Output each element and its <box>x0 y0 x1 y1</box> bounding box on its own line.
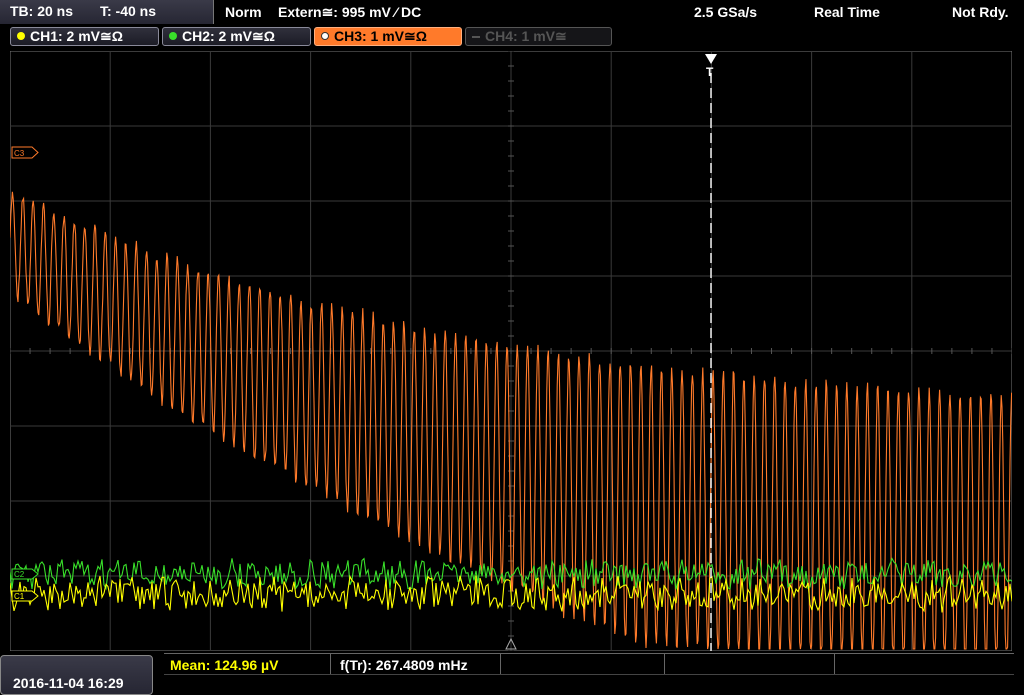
tab-ch3[interactable]: CH3: 1 mV≅Ω <box>314 27 462 46</box>
ch3-ref-label: C3 <box>14 149 25 158</box>
ch4-label: CH4: 1 mV≅ <box>485 28 567 44</box>
meas-divider <box>834 654 835 674</box>
ch3-label: CH3: 1 mV≅Ω <box>334 28 427 44</box>
tab-ch1[interactable]: CH1: 2 mV≅Ω <box>10 27 159 46</box>
trigger-offset: T: -40 ns <box>100 3 157 19</box>
ch2-dot-icon <box>169 32 177 40</box>
timebase: TB: 20 ns <box>10 3 74 19</box>
waveform-display[interactable]: C3 C2 C1 T <box>10 51 1012 651</box>
ch1-ref-label: C1 <box>14 592 25 601</box>
run-state: Not Rdy. <box>952 4 1009 20</box>
measurement-bar[interactable]: Mean: 124.96 µV f(Tr): 267.4809 mHz <box>164 653 1014 695</box>
meas-divider <box>330 654 331 674</box>
sample-rate: 2.5 GSa/s <box>694 4 758 20</box>
ch2-ref-marker[interactable]: C2 <box>11 568 39 580</box>
ch1-ref-marker[interactable]: C1 <box>11 590 39 602</box>
status-bar: TB: 20 ns T: -40 ns Norm Extern≅: 995 mV… <box>0 0 1024 24</box>
waveform-svg: C3 C2 C1 T <box>10 51 1012 651</box>
date-box: 2016-11-04 16:29 <box>0 655 153 695</box>
mean-measurement: Mean: 124.96 µV <box>170 657 279 673</box>
datetime: 2016-11-04 16:29 <box>13 675 124 691</box>
ch1-label: CH1: 2 mV≅Ω <box>30 28 123 44</box>
tab-ch2[interactable]: CH2: 2 mV≅Ω <box>162 27 311 46</box>
channel-tabs: CH1: 2 mV≅Ω CH2: 2 mV≅Ω CH3: 1 mV≅Ω CH4:… <box>0 24 1024 48</box>
trigger-mode[interactable]: Norm <box>225 4 262 20</box>
meas-divider <box>500 654 501 674</box>
bottom-bar: 2016-11-04 16:29 Mean: 124.96 µV f(Tr): … <box>0 653 1024 695</box>
ch2-ref-label: C2 <box>14 570 25 579</box>
meas-divider <box>664 654 665 674</box>
ch3-dot-icon <box>321 32 329 40</box>
ch3-ref-marker[interactable]: C3 <box>11 146 39 159</box>
ch2-label: CH2: 2 mV≅Ω <box>182 28 275 44</box>
timebase-box[interactable]: TB: 20 ns T: -40 ns <box>0 0 214 24</box>
ch4-off-icon <box>472 36 480 38</box>
acquisition-mode: Real Time <box>814 4 880 20</box>
meas-row-divider <box>164 674 1014 675</box>
freq-measurement: f(Tr): 267.4809 mHz <box>340 657 468 673</box>
tab-ch4[interactable]: CH4: 1 mV≅ <box>465 27 612 46</box>
ch1-dot-icon <box>17 32 25 40</box>
trigger-label: T <box>706 65 714 79</box>
trigger-source[interactable]: Extern≅: 995 mV ⁄ DC <box>278 4 421 21</box>
